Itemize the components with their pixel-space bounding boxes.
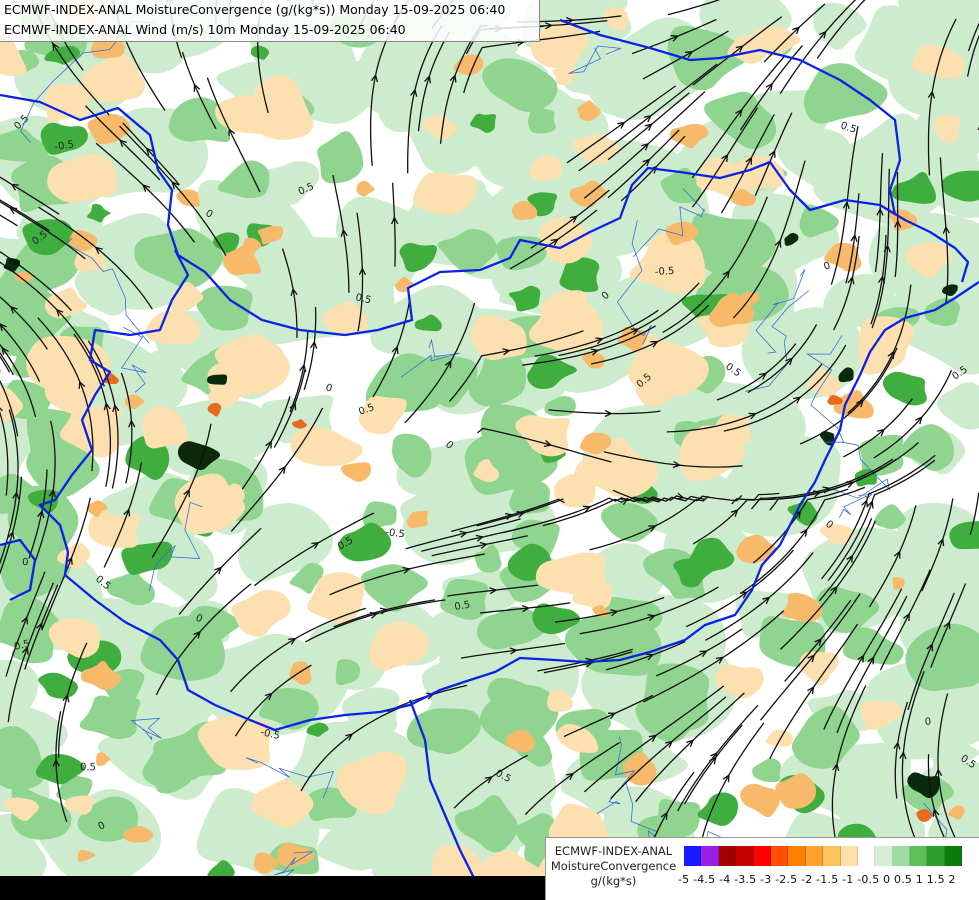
contour-label: 0.5 xyxy=(80,762,96,773)
legend-swatch xyxy=(927,846,945,866)
legend-swatch xyxy=(770,846,789,866)
map-title-box: ECMWF-INDEX-ANAL MoistureConvergence (g/… xyxy=(0,0,540,42)
contour-label: 0 xyxy=(924,717,931,728)
legend-swatch xyxy=(753,846,771,866)
legend-label: ECMWF-INDEX-ANAL MoistureConvergence g/(… xyxy=(546,844,681,889)
color-legend: ECMWF-INDEX-ANAL MoistureConvergence g/(… xyxy=(545,837,979,900)
legend-swatch xyxy=(823,846,841,866)
legend-color-scale xyxy=(684,846,963,866)
convergence-area xyxy=(528,108,556,134)
contour-label: -0.5 xyxy=(655,266,675,278)
legend-swatch xyxy=(857,846,876,866)
legend-source: ECMWF-INDEX-ANAL xyxy=(554,844,673,858)
weather-map: 0.5 -0.5 0 0.5 0.5 0 -0.5 0.5 0 0.5 0.5 0 0.5 0.5 0 0.5… xyxy=(0,0,979,900)
legend-tick-labels: -5 -4.5 -4 -3.5 -3 -2.5 -2 -1.5 -1 -0.5 … xyxy=(678,873,956,886)
legend-unit: g/(kg*s) xyxy=(590,874,637,888)
legend-variable: MoistureConvergence xyxy=(550,859,677,873)
legend-swatch xyxy=(910,846,928,866)
legend-swatch xyxy=(892,846,911,866)
title-wind: ECMWF-INDEX-ANAL Wind (m/s) 10m Monday 1… xyxy=(4,22,406,37)
legend-swatch xyxy=(944,846,963,866)
legend-swatch xyxy=(840,846,858,866)
legend-swatch xyxy=(788,846,806,866)
divergence-area xyxy=(44,84,90,123)
convergence-center xyxy=(207,374,228,385)
legend-swatch xyxy=(805,846,824,866)
legend-swatch xyxy=(875,846,893,866)
title-moisture-convergence: ECMWF-INDEX-ANAL MoistureConvergence (g/… xyxy=(4,2,506,17)
moisture-convergence-field: 0.5-0.500.50.5 0-0.50.500.50.500.50.500.5… xyxy=(0,0,979,900)
legend-swatch xyxy=(718,846,737,866)
legend-swatch xyxy=(684,846,702,866)
contour-label: 0 xyxy=(22,557,29,568)
legend-swatch xyxy=(736,846,754,866)
bottom-black-bar xyxy=(0,876,545,900)
legend-swatch xyxy=(701,846,719,866)
